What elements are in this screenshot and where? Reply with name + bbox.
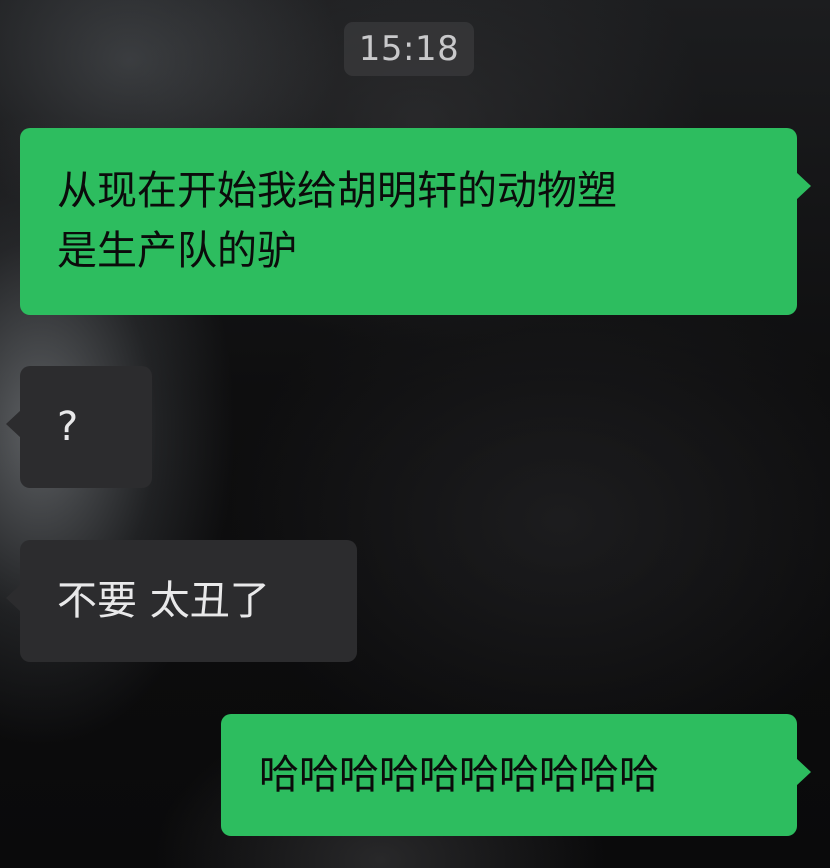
bubble-tail [796, 172, 811, 200]
message-text: 不要 太丑了 [57, 578, 270, 624]
outgoing-message-bubble[interactable]: 从现在开始我给胡明轩的动物塑 是生产队的驴 [20, 128, 811, 315]
bubble-tail [6, 584, 21, 612]
bubble-tail [6, 410, 21, 438]
bubble-tail [796, 758, 811, 786]
outgoing-message-bubble[interactable]: 哈哈哈哈哈哈哈哈哈哈 [221, 714, 811, 836]
incoming-message-bubble[interactable]: ? [6, 366, 152, 488]
message-timestamp: 15:18 [344, 22, 474, 76]
incoming-message-bubble[interactable]: 不要 太丑了 [6, 540, 357, 662]
message-text: 哈哈哈哈哈哈哈哈哈哈 [259, 752, 659, 798]
message-text: 从现在开始我给胡明轩的动物塑 是生产队的驴 [57, 168, 617, 274]
message-text: ? [57, 404, 79, 450]
